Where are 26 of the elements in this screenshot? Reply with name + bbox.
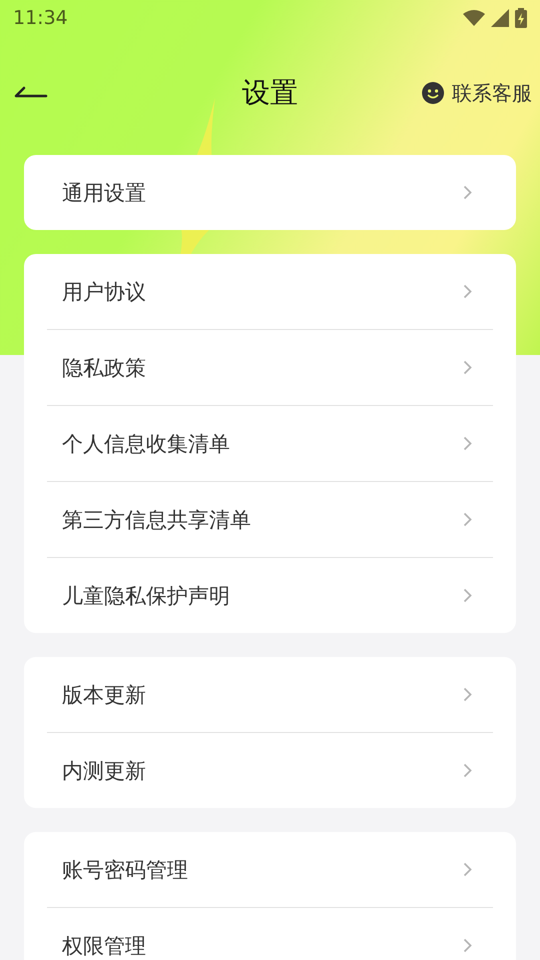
settings-item[interactable]: 通用设置 bbox=[47, 155, 493, 230]
settings-item[interactable]: 账号密码管理 bbox=[47, 832, 493, 907]
settings-item[interactable]: 第三方信息共享清单 bbox=[47, 482, 493, 557]
chevron-right-icon bbox=[463, 436, 472, 451]
chevron-right-icon bbox=[463, 185, 472, 200]
settings-item[interactable]: 版本更新 bbox=[47, 657, 493, 732]
signal-icon bbox=[491, 9, 509, 27]
wifi-icon bbox=[463, 10, 485, 26]
chevron-right-icon bbox=[463, 360, 472, 375]
settings-item[interactable]: 用户协议 bbox=[47, 254, 493, 329]
settings-item[interactable]: 个人信息收集清单 bbox=[47, 406, 493, 481]
status-time: 11:34 bbox=[13, 7, 68, 29]
settings-item[interactable]: 儿童隐私保护声明 bbox=[47, 558, 493, 633]
settings-item[interactable]: 权限管理 bbox=[47, 908, 493, 960]
contact-service-link[interactable]: 联系客服 bbox=[452, 80, 532, 106]
settings-item[interactable]: 内测更新 bbox=[47, 733, 493, 808]
chevron-right-icon bbox=[463, 862, 472, 877]
chevron-right-icon bbox=[463, 588, 472, 603]
page-title: 设置 bbox=[242, 75, 298, 111]
chevron-right-icon bbox=[463, 938, 472, 953]
settings-item[interactable]: 隐私政策 bbox=[47, 330, 493, 405]
chevron-right-icon bbox=[463, 512, 472, 527]
chevron-right-icon bbox=[463, 284, 472, 299]
battery-icon bbox=[515, 8, 527, 28]
chevron-right-icon bbox=[463, 687, 472, 702]
chevron-right-icon bbox=[463, 763, 472, 778]
